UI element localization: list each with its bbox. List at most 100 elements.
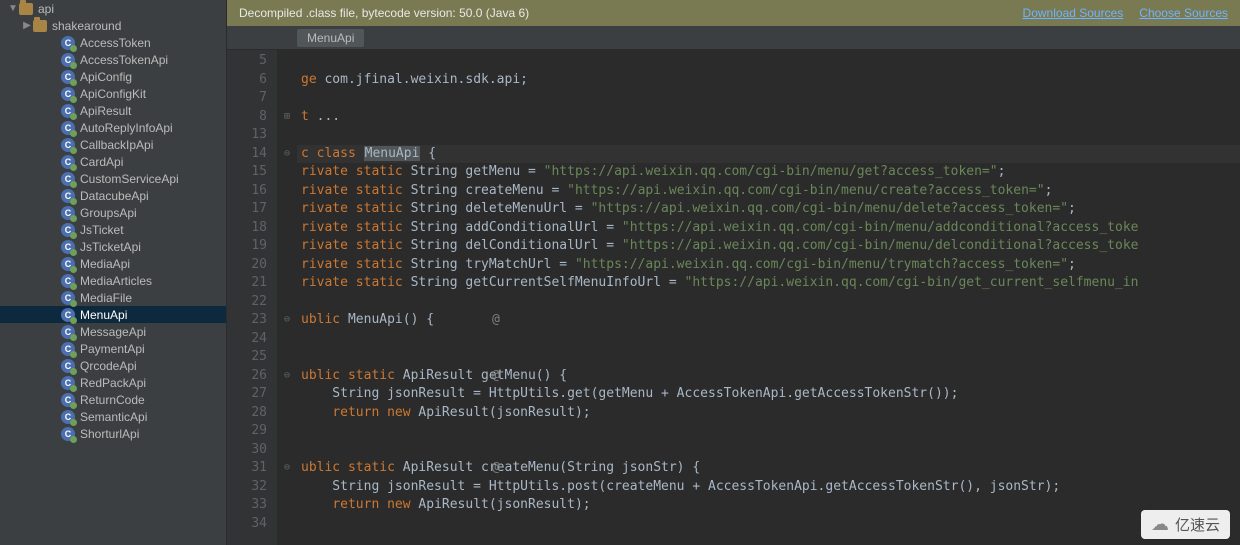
line-number: 34 [227,515,277,534]
tree-class-ApiConfigKit[interactable]: CApiConfigKit [0,85,226,102]
tree-item-label: CustomServiceApi [80,172,226,186]
tree-class-CardApi[interactable]: CCardApi [0,153,226,170]
expand-arrow-right-icon[interactable]: ▶ [22,20,32,31]
tree-class-JsTicket[interactable]: CJsTicket [0,221,226,238]
tree-class-MediaFile[interactable]: CMediaFile [0,289,226,306]
tree-class-MessageApi[interactable]: CMessageApi [0,323,226,340]
fold-mark[interactable] [277,89,297,108]
tree-item-label: MediaFile [80,291,226,305]
code-line[interactable]: c class MenuApi { [297,145,1240,164]
fold-mark[interactable]: ⊖ [277,459,297,478]
tree-item-label: AutoReplyInfoApi [80,121,226,135]
fold-mark[interactable] [277,404,297,423]
code-line[interactable] [297,126,1240,145]
tree-class-SemanticApi[interactable]: CSemanticApi [0,408,226,425]
fold-mark[interactable] [277,52,297,71]
fold-mark[interactable] [277,237,297,256]
code-line[interactable]: String jsonResult = HttpUtils.post(creat… [297,478,1240,497]
tree-class-GroupsApi[interactable]: CGroupsApi [0,204,226,221]
breadcrumb-item[interactable]: MenuApi [297,29,364,47]
fold-mark[interactable] [277,330,297,349]
code-line[interactable] [297,52,1240,71]
line-number: 29 [227,422,277,441]
fold-mark[interactable] [277,496,297,515]
code-editor[interactable]: 5678131415161718192021222324252627282930… [227,50,1240,545]
fold-mark[interactable]: ⊞ [277,108,297,127]
code-line[interactable]: @ublic MenuApi() { [297,311,1240,330]
code-line[interactable]: rivate static String deleteMenuUrl = "ht… [297,200,1240,219]
tree-class-AccessTokenApi[interactable]: CAccessTokenApi [0,51,226,68]
fold-column[interactable]: ⊞ ⊖ ⊖ ⊖ ⊖ [277,50,297,545]
code-line[interactable]: rivate static String addConditionalUrl =… [297,219,1240,238]
code-line[interactable] [297,515,1240,534]
tree-class-ShorturlApi[interactable]: CShorturlApi [0,425,226,442]
fold-mark[interactable] [277,126,297,145]
fold-mark[interactable] [277,385,297,404]
code-line[interactable]: rivate static String getMenu = "https://… [297,163,1240,182]
line-number: 8 [227,108,277,127]
code-content[interactable]: ge com.jfinal.weixin.sdk.api; t ... c clas… [297,50,1240,545]
tree-class-PaymentApi[interactable]: CPaymentApi [0,340,226,357]
breadcrumb[interactable]: MenuApi [227,26,1240,50]
code-line[interactable] [297,441,1240,460]
fold-mark[interactable]: ⊖ [277,145,297,164]
choose-sources-link[interactable]: Choose Sources [1139,6,1228,20]
project-tree[interactable]: ▼ api ▶ shakearound CAccessTokenCAccessT… [0,0,227,545]
fold-mark[interactable] [277,182,297,201]
tree-class-AutoReplyInfoApi[interactable]: CAutoReplyInfoApi [0,119,226,136]
expand-arrow-down-icon[interactable]: ▼ [8,3,18,14]
code-line[interactable]: String jsonResult = HttpUtils.get(getMen… [297,385,1240,404]
fold-mark[interactable] [277,219,297,238]
fold-mark[interactable] [277,200,297,219]
tree-class-JsTicketApi[interactable]: CJsTicketApi [0,238,226,255]
tree-class-ApiResult[interactable]: CApiResult [0,102,226,119]
tree-class-ReturnCode[interactable]: CReturnCode [0,391,226,408]
fold-mark[interactable] [277,515,297,534]
code-line[interactable]: rivate static String createMenu = "https… [297,182,1240,201]
code-line[interactable]: rivate static String getCurrentSelfMenuI… [297,274,1240,293]
class-icon: C [60,103,76,119]
code-line[interactable] [297,422,1240,441]
tree-class-RedPackApi[interactable]: CRedPackApi [0,374,226,391]
code-line[interactable] [297,330,1240,349]
class-icon: C [60,205,76,221]
tree-item-label: PaymentApi [80,342,226,356]
tree-class-AccessToken[interactable]: CAccessToken [0,34,226,51]
tree-class-ApiConfig[interactable]: CApiConfig [0,68,226,85]
code-line[interactable]: t ... [297,108,1240,127]
fold-mark[interactable] [277,478,297,497]
code-line[interactable] [297,348,1240,367]
code-line[interactable]: ge com.jfinal.weixin.sdk.api; [297,71,1240,90]
code-line[interactable] [297,89,1240,108]
tree-class-CustomServiceApi[interactable]: CCustomServiceApi [0,170,226,187]
fold-mark[interactable] [277,71,297,90]
fold-mark[interactable]: ⊖ [277,311,297,330]
code-line[interactable]: @ublic static ApiResult getMenu() { [297,367,1240,386]
tree-class-CallbackIpApi[interactable]: CCallbackIpApi [0,136,226,153]
fold-mark[interactable]: ⊖ [277,367,297,386]
code-line[interactable]: rivate static String tryMatchUrl = "http… [297,256,1240,275]
tree-pkg-shakearound[interactable]: ▶ shakearound [0,17,226,34]
tree-class-MenuApi[interactable]: CMenuApi [0,306,226,323]
tree-class-MediaApi[interactable]: CMediaApi [0,255,226,272]
fold-mark[interactable] [277,256,297,275]
decompiled-banner: Decompiled .class file, bytecode version… [227,0,1240,26]
tree-item-label: ApiConfigKit [80,87,226,101]
fold-mark[interactable] [277,348,297,367]
tree-class-MediaArticles[interactable]: CMediaArticles [0,272,226,289]
tree-class-QrcodeApi[interactable]: CQrcodeApi [0,357,226,374]
class-icon: C [60,307,76,323]
download-sources-link[interactable]: Download Sources [1023,6,1124,20]
tree-root-api[interactable]: ▼ api [0,0,226,17]
fold-mark[interactable] [277,274,297,293]
fold-mark[interactable] [277,441,297,460]
code-line[interactable] [297,293,1240,312]
code-line[interactable]: return new ApiResult(jsonResult); [297,404,1240,423]
code-line[interactable]: @ublic static ApiResult createMenu(Strin… [297,459,1240,478]
fold-mark[interactable] [277,163,297,182]
code-line[interactable]: return new ApiResult(jsonResult); [297,496,1240,515]
code-line[interactable]: rivate static String delConditionalUrl =… [297,237,1240,256]
tree-class-DatacubeApi[interactable]: CDatacubeApi [0,187,226,204]
fold-mark[interactable] [277,422,297,441]
fold-mark[interactable] [277,293,297,312]
